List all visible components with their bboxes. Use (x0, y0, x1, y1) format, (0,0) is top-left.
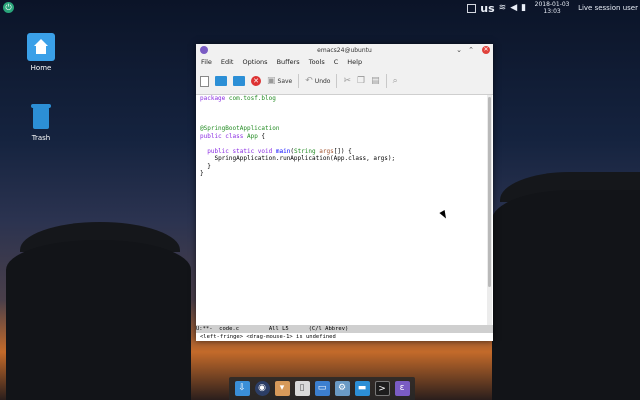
clock[interactable]: 2018-01-03 13:03 (530, 1, 574, 15)
downloads-icon[interactable]: ⇩ (234, 381, 250, 396)
menu-bar: File Edit Options Buffers Tools C Help (196, 56, 493, 68)
menu-edit[interactable]: Edit (221, 58, 234, 66)
software-icon[interactable]: ▾ (274, 381, 290, 396)
open-file-icon[interactable] (215, 76, 227, 86)
wallpaper-silo-left (6, 240, 191, 400)
emacs-icon[interactable]: ε (394, 381, 410, 396)
mode-line: U:**- code.c All L5 (C/l Abbrev) (196, 325, 493, 333)
menu-file[interactable]: File (201, 58, 212, 66)
home-icon (27, 33, 55, 61)
battery-icon[interactable]: ▮ (521, 3, 526, 13)
code-line: public class App { (200, 132, 266, 140)
window-title: emacs24@ubuntu (317, 47, 372, 54)
cut-icon[interactable]: ✂ (343, 76, 351, 86)
paste-icon[interactable]: ▤ (371, 76, 380, 86)
workspace-switcher-icon[interactable] (467, 3, 477, 13)
new-file-icon[interactable] (200, 75, 209, 87)
code-line: @SpringBootApplication (200, 125, 280, 132)
menu-tools[interactable]: Tools (309, 58, 325, 66)
volume-icon[interactable]: ◀ (510, 3, 517, 13)
save-label: Save (277, 77, 293, 85)
toolbar: ✕ ▣ Save ↶ Undo ✂ ❐ ▤ ⌕ (196, 68, 493, 95)
undo-icon: ↶ (305, 76, 313, 86)
undo-label: Undo (314, 77, 331, 85)
desktop-icon-label: Trash (31, 134, 51, 142)
menu-help[interactable]: Help (347, 58, 362, 66)
applications-menu-icon[interactable]: ⏻ (3, 2, 14, 13)
clock-date: 2018-01-03 (534, 1, 570, 8)
terminal-icon[interactable]: > (374, 381, 390, 396)
save-icon: ▣ (267, 76, 276, 86)
copy-icon[interactable]: ❐ (357, 76, 365, 86)
keyboard-layout-indicator[interactable]: us (480, 2, 494, 15)
toolbar-separator (385, 74, 387, 88)
folder-icon[interactable]: ▬ (354, 381, 370, 396)
desktop-icon-trash[interactable]: Trash (21, 103, 61, 142)
code-line: } (200, 170, 204, 177)
open-directory-icon[interactable] (233, 76, 245, 86)
undo-button[interactable]: ↶ Undo (305, 76, 330, 86)
toolbar-separator (336, 74, 338, 88)
search-icon[interactable]: ⌕ (393, 76, 398, 86)
code-line: public static void main(String args[]) { (207, 147, 352, 155)
code-line: SpringApplication.runApplication(App.cla… (214, 155, 396, 162)
close-button[interactable]: ✕ (482, 46, 490, 54)
display-icon[interactable]: ▭ (314, 381, 330, 396)
minimize-button[interactable]: ⌄ (455, 46, 463, 54)
menu-c[interactable]: C (334, 58, 339, 66)
dock: ⇩ ◉ ▾ ▯ ▭ ⚙ ▬ > ε (229, 377, 415, 400)
menu-options[interactable]: Options (242, 58, 267, 66)
save-button[interactable]: ▣ Save (267, 76, 292, 86)
clock-time: 13:03 (543, 8, 561, 15)
echo-area: <left-fringe> <drag-mouse-1> is undefine… (196, 333, 493, 341)
menu-buffers[interactable]: Buffers (277, 58, 300, 66)
desktop-icon-label: Home (30, 64, 52, 72)
top-panel: ⏻ us ≋ ◀ ▮ 2018-01-03 13:03 Live session… (0, 0, 640, 16)
files-icon[interactable]: ▯ (294, 381, 310, 396)
toolbar-separator (298, 74, 300, 88)
desktop-icon-home[interactable]: Home (21, 33, 61, 72)
close-buffer-icon[interactable]: ✕ (251, 76, 261, 86)
session-user-label[interactable]: Live session user (578, 4, 638, 12)
trash-icon (27, 103, 55, 131)
maximize-button[interactable]: ⌃ (467, 46, 475, 54)
emacs-window: emacs24@ubuntu ⌄ ⌃ ✕ File Edit Options B… (196, 44, 493, 341)
window-titlebar[interactable]: emacs24@ubuntu ⌄ ⌃ ✕ (196, 44, 493, 56)
code-line: } (200, 162, 211, 170)
wifi-icon[interactable]: ≋ (499, 3, 507, 13)
browser-icon[interactable]: ◉ (254, 381, 270, 396)
vertical-scrollbar[interactable] (487, 95, 492, 325)
scrollbar-thumb[interactable] (488, 97, 491, 287)
wallpaper-silo-right (492, 190, 640, 400)
system-tray: us ≋ ◀ ▮ 2018-01-03 13:03 Live session u… (467, 0, 640, 16)
settings-icon[interactable]: ⚙ (334, 381, 350, 396)
code-line: package com.tosf.blog (200, 95, 276, 102)
